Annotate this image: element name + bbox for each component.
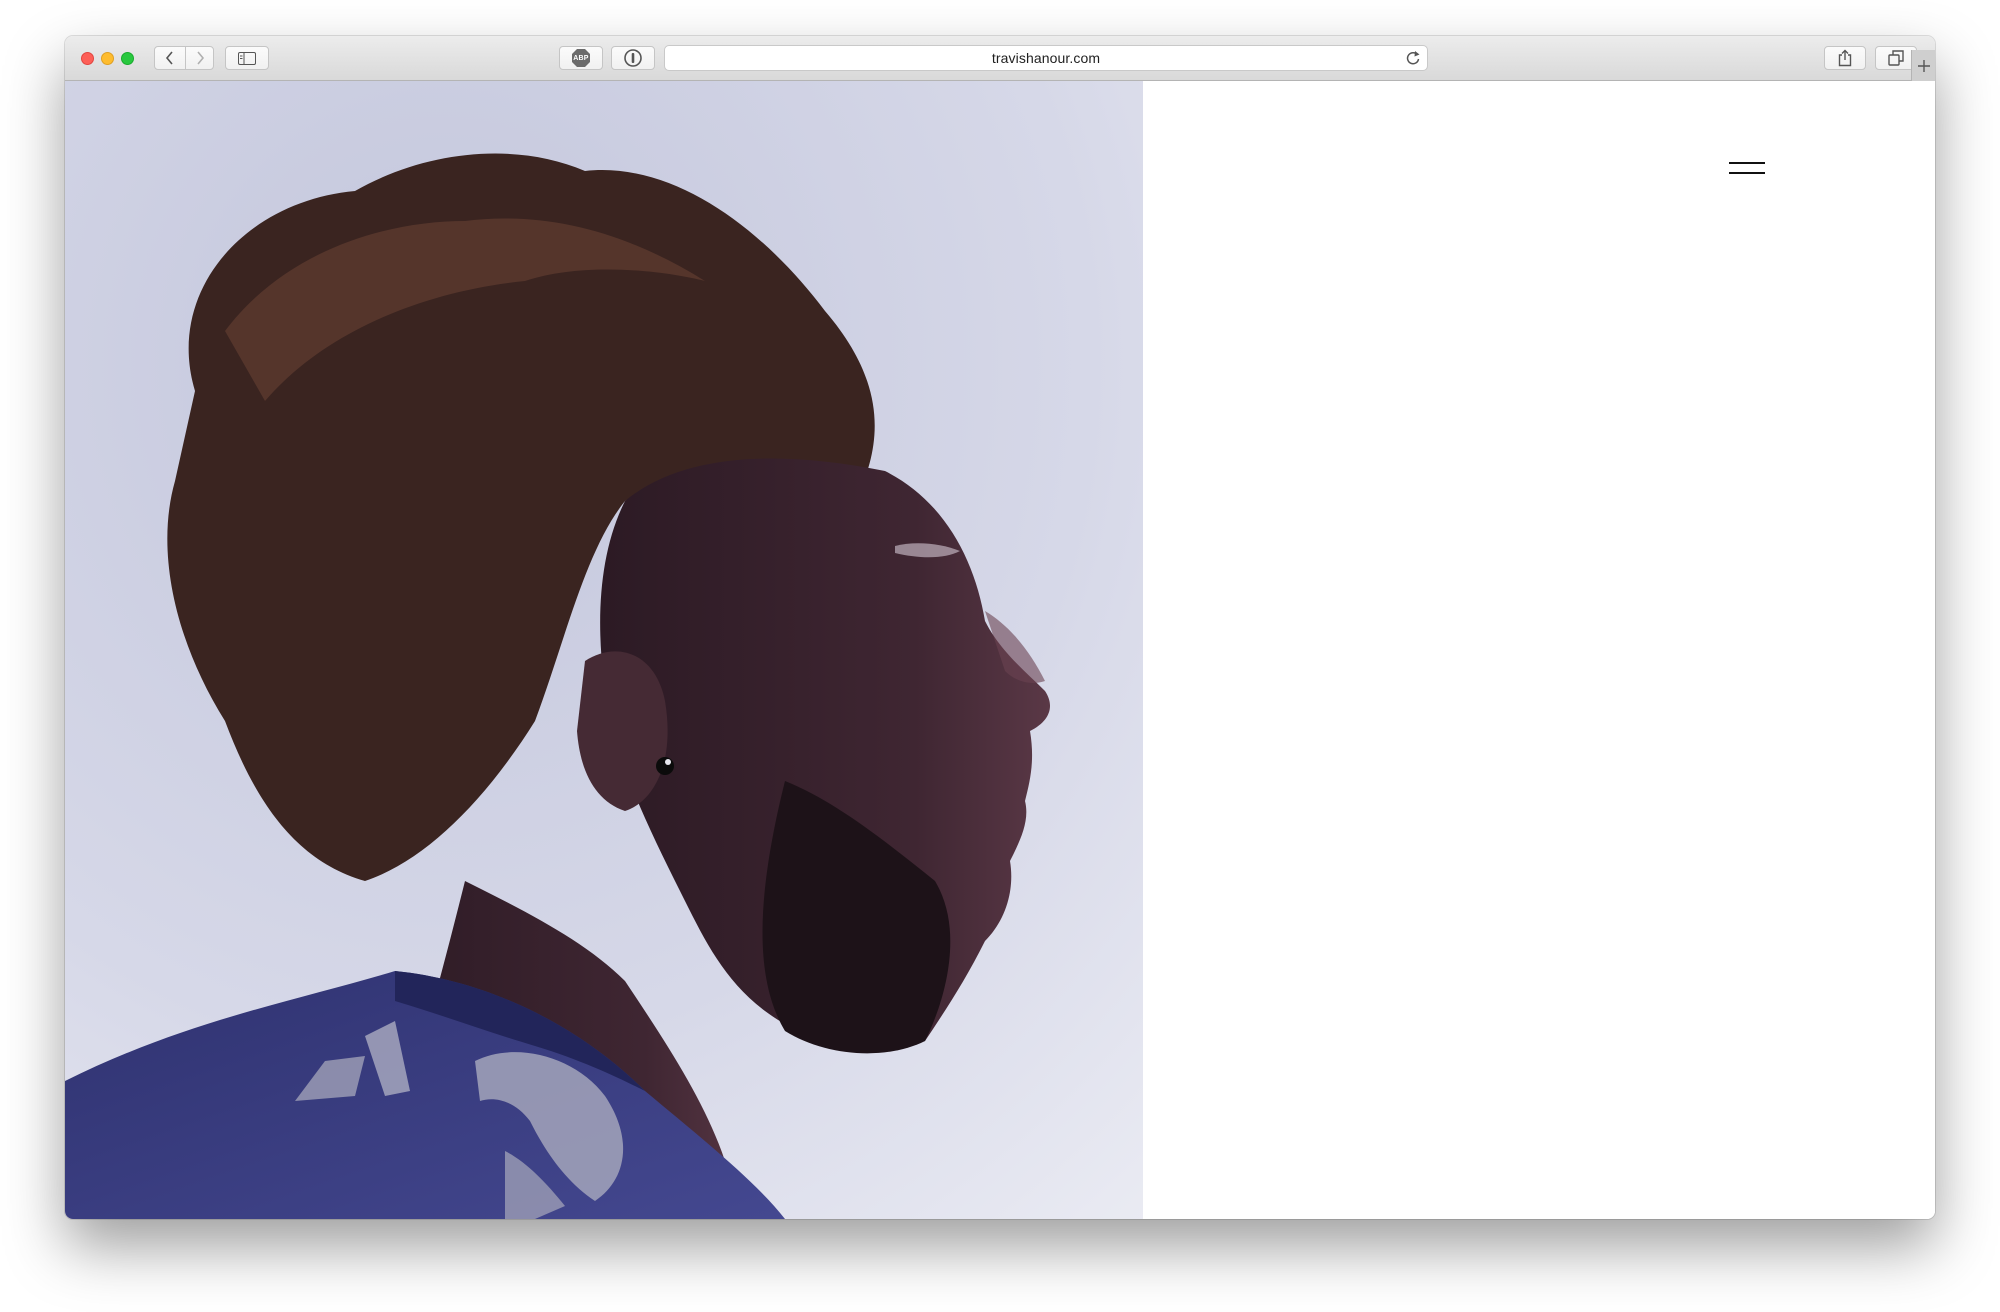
reload-button[interactable] [1405,49,1421,72]
share-button[interactable] [1824,46,1866,70]
close-window-button[interactable] [81,52,94,65]
tabs-icon [1888,50,1904,66]
new-tab-button[interactable] [1911,50,1935,81]
hamburger-menu-button[interactable] [1729,157,1765,181]
minimize-window-button[interactable] [101,52,114,65]
sidebar-icon [238,51,256,65]
password-manager-button[interactable] [611,46,655,70]
url-text: travishanour.com [991,50,1101,66]
adblock-label: ABP [573,54,589,62]
browser-toolbar: ABP travishanour.com [65,36,1935,81]
hamburger-menu-icon-bar [1729,172,1765,174]
new-tab-icon [1917,59,1930,72]
back-icon [165,51,173,65]
portrait-illustration [65,81,1143,1219]
back-forward-group [154,46,214,70]
web-page [65,81,1935,1219]
sidebar-button[interactable] [225,46,269,70]
profile-portrait-photo [65,81,1143,1219]
reload-icon [1406,51,1420,65]
hamburger-menu-icon [1729,162,1765,164]
forward-button[interactable] [185,47,215,69]
share-icon [1838,49,1852,67]
onepassword-icon [624,49,642,67]
adblock-button[interactable]: ABP [559,46,603,70]
address-bar[interactable]: travishanour.com [664,45,1428,71]
zoom-window-button[interactable] [121,52,134,65]
browser-window: ABP travishanour.com [65,36,1935,1219]
back-button[interactable] [155,47,185,69]
forward-icon [197,51,205,65]
